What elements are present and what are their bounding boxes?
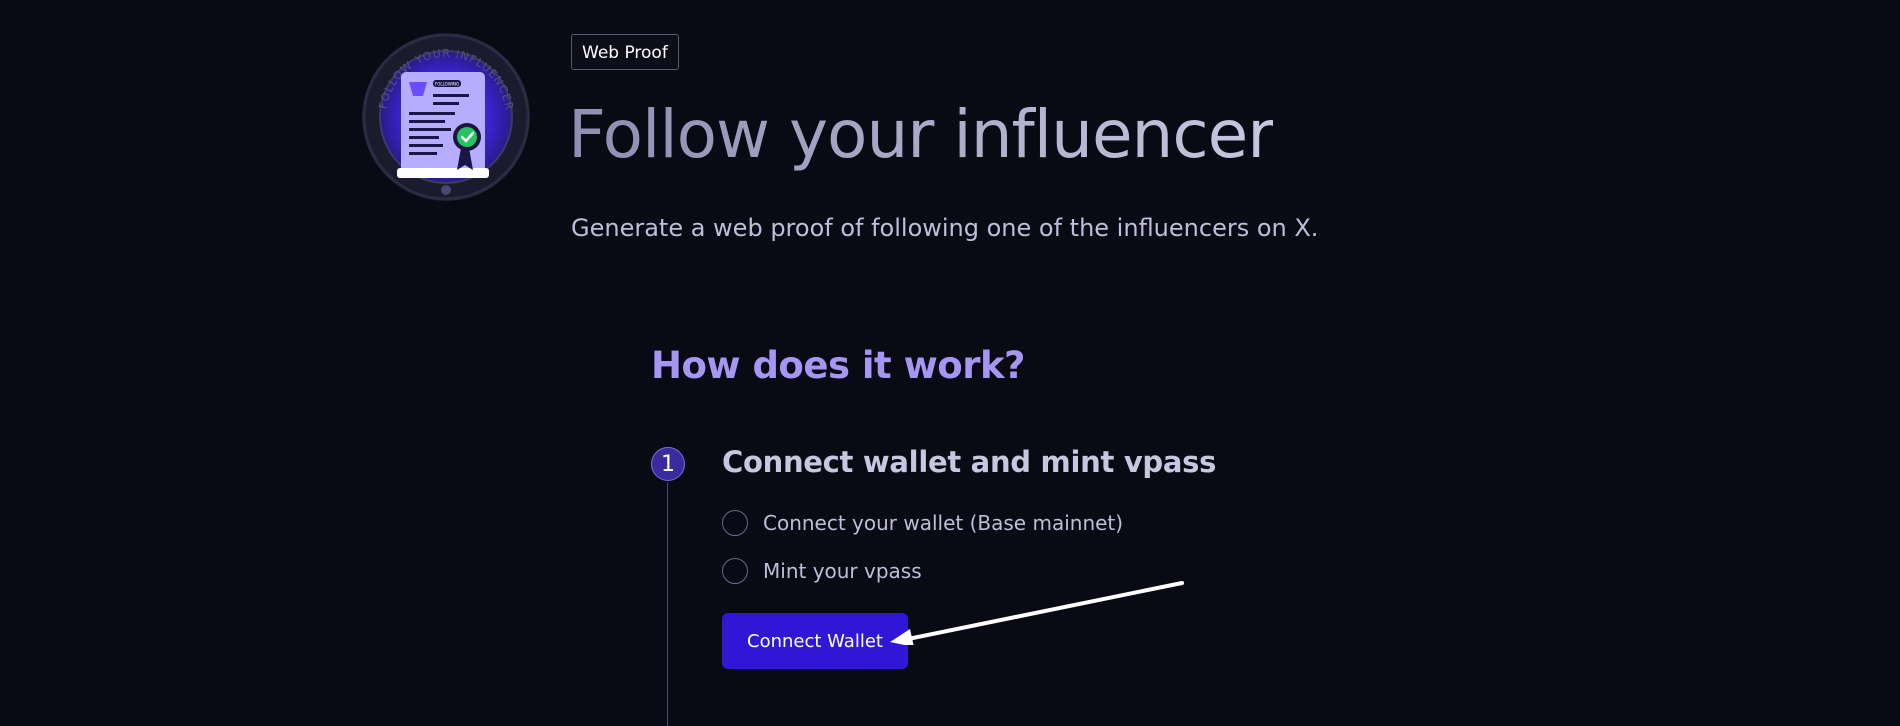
follow-influencer-badge-icon: FOLLOW YOUR INFLUENCER FOLLOWING — [362, 33, 530, 201]
badge-pill-text: FOLLOWING — [435, 82, 459, 87]
checklist-label: Connect your wallet (Base mainnet) — [763, 511, 1124, 535]
step-connector-line — [667, 482, 668, 726]
unchecked-circle-icon — [722, 510, 748, 536]
arrow-pointer-icon — [890, 581, 1184, 645]
checklist-item-connect-wallet: Connect your wallet (Base mainnet) — [722, 510, 1123, 536]
step-title: Connect wallet and mint vpass — [722, 445, 1217, 479]
page-subtitle: Generate a web proof of following one of… — [571, 214, 1319, 242]
how-it-works-heading: How does it work? — [651, 344, 1026, 387]
page-title: Follow your influencer — [568, 96, 1274, 173]
step-number-badge: 1 — [651, 447, 685, 481]
page: FOLLOW YOUR INFLUENCER FOLLOWING Web Pro… — [0, 0, 1900, 726]
web-proof-tag: Web Proof — [571, 34, 679, 70]
unchecked-circle-icon — [722, 558, 748, 584]
